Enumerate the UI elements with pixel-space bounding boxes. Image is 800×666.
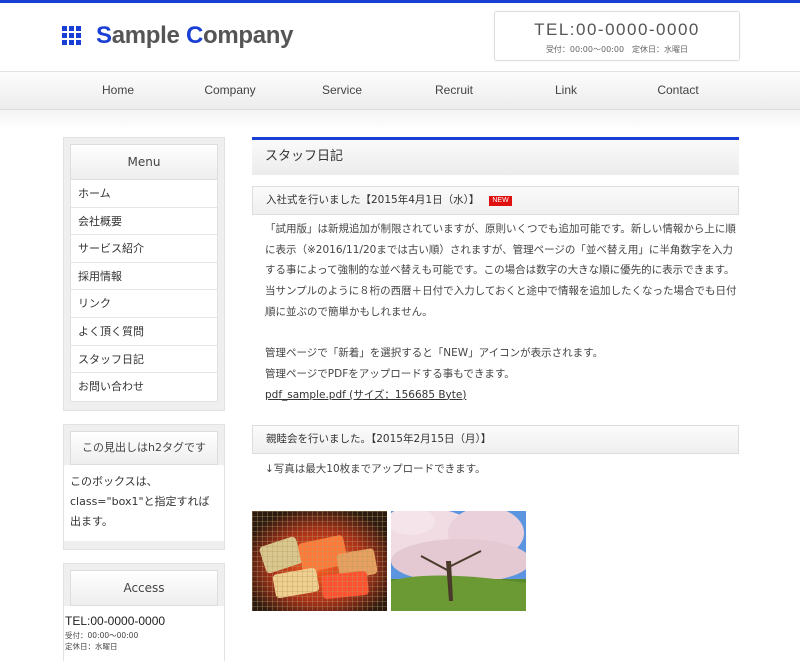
global-nav: Home Company Service Recruit Link Contac… (0, 71, 800, 110)
pdf-download-link[interactable]: pdf_sample.pdf (サイズ：156685 Byte) (265, 389, 466, 401)
post-heading-text: 親睦会を行いました。【2015年2月15日（月）】 (266, 433, 492, 445)
post-paragraph: 「試用版」は新規追加が制限されていますが、原則いくつでも追加可能です。新しい情報… (265, 223, 737, 318)
header-tel: TEL:00-0000-0000 (534, 20, 700, 39)
post-body: 「試用版」は新規追加が制限されていますが、原則いくつでも追加可能です。新しい情報… (265, 219, 740, 405)
sidebar-item-home[interactable]: ホーム (71, 180, 217, 208)
sidebar-box1-title: この見出しはh2タグです (70, 431, 218, 465)
access-closed: 定休日：水曜日 (65, 642, 118, 651)
sidebar-item-contact[interactable]: お問い合わせ (71, 373, 217, 401)
sidebar-item-staff-diary[interactable]: スタッフ日記 (71, 346, 217, 374)
photo-bbq[interactable] (252, 511, 387, 611)
new-badge: NEW (489, 196, 512, 206)
sidebar-item-company[interactable]: 会社概要 (71, 208, 217, 236)
post-paragraph: 管理ページでPDFをアップロードする事もできます。 (265, 367, 515, 380)
sidebar-access-title: Access (70, 570, 218, 606)
nav-home[interactable]: Home (62, 72, 174, 109)
page-title: スタッフ日記 (252, 137, 739, 175)
sidebar-access: Access TEL:00-0000-0000 受付：00:00〜00:00 定… (63, 563, 225, 661)
sidebar-box1-text: このボックスは、class="box1"と指定すれば出ます。 (64, 465, 224, 541)
site-header: Sample Company TEL:00-0000-0000 受付：00:00… (0, 3, 800, 71)
post-paragraph: ↓写真は最大10枚までアップロードできます。 (265, 463, 486, 475)
sidebar-menu-list: ホーム 会社概要 サービス紹介 採用情報 リンク よく頂く質問 スタッフ日記 お… (70, 180, 218, 402)
header-contact-box: TEL:00-0000-0000 受付：00:00〜00:00 定休日：水曜日 (494, 11, 740, 61)
nav-recruit[interactable]: Recruit (398, 72, 510, 109)
post-body: ↓写真は最大10枚までアップロードできます。 (265, 459, 740, 480)
logo-text: Sample Company (96, 22, 294, 49)
post-paragraph: 管理ページで「新着」を選択すると「NEW」アイコンが表示されます。 (265, 347, 604, 360)
access-tel: TEL:00-0000-0000 (65, 614, 166, 628)
nav-link[interactable]: Link (510, 72, 622, 109)
nav-contact[interactable]: Contact (622, 72, 734, 109)
sidebar-box1: この見出しはh2タグです このボックスは、class="box1"と指定すれば出… (63, 424, 225, 550)
post-heading: 親睦会を行いました。【2015年2月15日（月）】 (252, 425, 739, 454)
photo-cherry-blossom[interactable] (391, 511, 526, 611)
post-heading: 入社式を行いました【2015年4月1日（水）】 NEW (252, 186, 739, 215)
sidebar-menu-title: Menu (70, 144, 218, 180)
logo-grid-icon (62, 26, 82, 46)
nav-shadow (0, 110, 800, 130)
sidebar-item-faq[interactable]: よく頂く質問 (71, 318, 217, 346)
access-hours: 受付：00:00〜00:00 (65, 631, 139, 640)
header-hours: 受付：00:00〜00:00 定休日：水曜日 (545, 45, 689, 54)
sidebar-item-recruit[interactable]: 採用情報 (71, 263, 217, 291)
nav-service[interactable]: Service (286, 72, 398, 109)
sidebar-access-body: TEL:00-0000-0000 受付：00:00〜00:00 定休日：水曜日 (64, 606, 224, 661)
nav-company[interactable]: Company (174, 72, 286, 109)
sidebar-menu: Menu ホーム 会社概要 サービス紹介 採用情報 リンク よく頂く質問 スタッ… (63, 137, 225, 411)
post-heading-text: 入社式を行いました【2015年4月1日（水）】 (266, 194, 480, 206)
sidebar-item-service[interactable]: サービス紹介 (71, 235, 217, 263)
sidebar-item-link[interactable]: リンク (71, 290, 217, 318)
site-logo[interactable]: Sample Company (62, 22, 294, 50)
